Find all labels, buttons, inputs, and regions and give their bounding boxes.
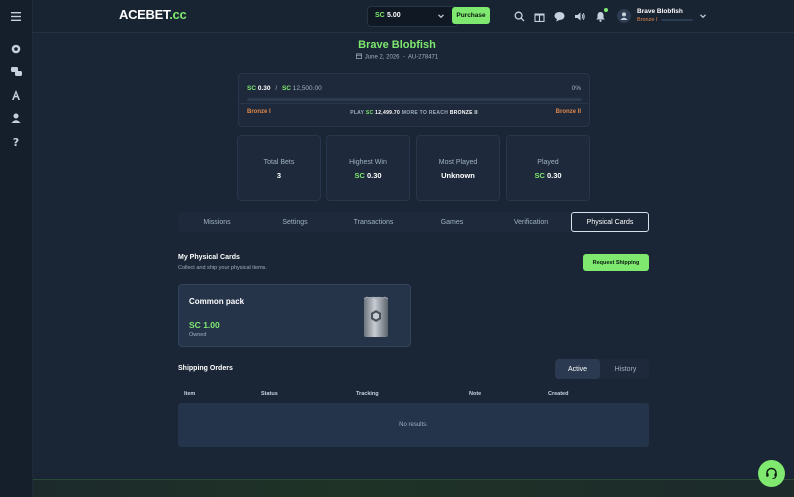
column-item: Item [184,391,196,397]
user-menu-chevron-icon[interactable] [699,12,707,20]
wager-progress-amount: SC 0.30 / SC 12,500.00 [247,85,322,92]
balance-value: 5.00 [387,12,401,19]
shipping-orders-title: Shipping Orders [178,365,233,372]
stat-played: Played SC 0.30 [506,135,590,201]
progress-percent: 0% [571,85,581,92]
profile-meta: June 2, 2026 - AU-278471 [0,53,794,61]
stat-most-played: Most Played Unknown [416,135,500,201]
top-bar: ACEBET.cc SC 5.00 Purchase Brave Blobfis… [33,0,794,33]
notification-dot [604,8,608,12]
user-icon[interactable] [9,111,23,125]
tab-missions[interactable]: Missions [178,212,256,232]
stat-highest-win: Highest Win SC 0.30 [326,135,410,201]
empty-state: No results. [399,422,428,428]
stat-total-bets: Total Bets 3 [237,135,321,201]
balance-selector[interactable]: SC 5.00 [367,6,458,27]
physical-cards-subtitle: Collect and ship your physical items. [178,265,267,271]
shipping-filter-toggle: Active History [555,359,649,379]
chevron-down-icon [438,14,444,19]
balance-currency: SC [375,12,385,19]
logo[interactable]: ACEBET.cc [119,7,187,22]
joined-date: June 2, 2026 [364,54,400,61]
tab-games[interactable]: Games [413,212,491,232]
rank-up-message: PLAY SC 12,499.70 MORE TO REACH BRONZE I… [350,110,478,116]
speaker-icon[interactable] [574,11,585,22]
user-name[interactable]: Brave Blobfish [637,8,683,15]
chat-icon[interactable] [554,11,565,22]
account-id: AU-278471 [407,54,439,61]
menu-icon[interactable] [9,9,23,23]
column-tracking: Tracking [356,391,379,397]
rank-progress-card: SC 0.30 / SC 12,500.00 0% Bronze I PLAY … [238,73,590,127]
calendar-icon [355,53,362,61]
sidebar: ? [0,0,33,497]
request-shipping-button[interactable]: Request Shipping [583,254,649,271]
column-status: Status [261,391,278,397]
rank-progress-bar [661,19,693,21]
purchase-button[interactable]: Purchase [452,7,490,24]
next-rank: Bronze II [555,109,581,115]
pack-owned-label: Owned [189,332,207,338]
tab-transactions[interactable]: Transactions [334,212,413,232]
pack-name: Common pack [189,297,245,306]
chat-bubbles-icon[interactable] [9,65,23,79]
avatar[interactable] [617,9,631,23]
search-icon[interactable] [514,11,525,22]
help-icon[interactable]: ? [9,134,23,148]
toggle-active[interactable]: Active [555,359,600,379]
pack-value: SC 1.00 [189,320,220,330]
pack-card[interactable]: Common pack SC 1.00 Owned [178,284,411,347]
column-note: Note [469,391,482,397]
tab-verification[interactable]: Verification [491,212,571,232]
profile-tabs: Missions Settings Transactions Games Ver… [178,212,649,232]
gift-icon[interactable] [534,11,545,22]
footer-strip [33,479,794,497]
bell-icon[interactable] [595,11,606,22]
user-avatar-icon [620,12,628,20]
tab-settings[interactable]: Settings [256,212,334,232]
physical-cards-title: My Physical Cards [178,254,240,261]
svg-text:?: ? [13,136,19,147]
shipping-orders-table: No results. [178,403,649,447]
card-pack-icon [363,296,389,337]
progress-bar [247,98,582,101]
divider [239,103,589,104]
profile-name: Brave Blobfish [358,39,436,51]
column-created: Created [548,391,569,397]
toggle-history[interactable]: History [602,359,649,379]
headset-icon [766,467,777,479]
letter-a-icon[interactable] [9,88,23,102]
support-chat-button[interactable] [758,460,785,487]
tab-physical-cards[interactable]: Physical Cards [571,212,649,232]
user-rank: Bronze I [637,17,658,23]
